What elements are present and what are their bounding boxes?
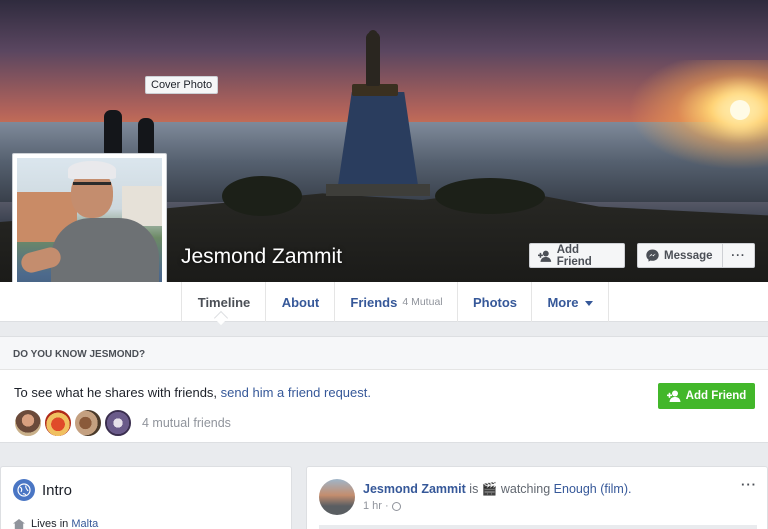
messenger-icon [646, 249, 659, 262]
mutual-friends-count[interactable]: 4 mutual friends [142, 416, 231, 430]
profile-nav: Timeline About Friends 4 Mutual Photos M… [0, 282, 768, 322]
intro-lives-in: Lives in Malta [13, 518, 98, 529]
mutual-friend-avatar[interactable] [13, 408, 43, 438]
tab-friends[interactable]: Friends 4 Mutual [334, 282, 458, 322]
post-author-link[interactable]: Jesmond Zammit [363, 482, 466, 496]
home-icon [13, 519, 25, 529]
do-you-know-header: DO YOU KNOW JESMOND? [0, 337, 768, 370]
send-friend-request-link[interactable]: send him a friend request. [221, 385, 371, 400]
cover-person [104, 110, 122, 154]
cover-sun [730, 100, 750, 120]
tab-more-label: More [547, 294, 579, 310]
film-link[interactable]: Enough (film). [554, 482, 632, 496]
post-attachment-edge [319, 525, 757, 529]
profile-name[interactable]: Jesmond Zammit [181, 245, 342, 269]
add-friend-green-button[interactable]: Add Friend [658, 383, 755, 409]
tab-more[interactable]: More [531, 282, 609, 322]
globe-icon [13, 479, 35, 501]
intro-title: Intro [42, 482, 73, 499]
cover-bush [222, 176, 302, 216]
tab-photos-label: Photos [472, 294, 518, 310]
intro-card: Intro Lives in Malta [0, 466, 292, 529]
post-header-line: Jesmond Zammit is 🎬 watching Enough (fil… [363, 482, 631, 497]
cover-base [326, 184, 430, 196]
tab-about[interactable]: About [265, 282, 335, 322]
post-author-avatar[interactable] [319, 479, 355, 515]
tab-photos[interactable]: Photos [457, 282, 532, 322]
lives-in-place-link[interactable]: Malta [71, 518, 98, 529]
message-button[interactable]: Message [637, 243, 723, 268]
tab-friends-label: Friends [350, 294, 398, 310]
cover-statue-head [368, 30, 378, 42]
audience-globe-icon[interactable] [391, 501, 401, 511]
mutual-friend-avatar[interactable] [43, 408, 73, 438]
friend-request-prompt: To see what he shares with friends, send… [14, 385, 371, 400]
post-meta: 1 hr · [363, 500, 401, 512]
post-timestamp[interactable]: 1 hr · [363, 500, 389, 512]
globe-glyph [17, 483, 31, 497]
tab-timeline-label: Timeline [197, 294, 251, 310]
cover-bush [435, 178, 545, 214]
add-friend-icon [666, 390, 681, 402]
cover-photo-tooltip: Cover Photo [145, 76, 219, 94]
film-clapper-icon: 🎬 [481, 482, 498, 496]
post-options-button[interactable]: ··· [741, 477, 757, 492]
mutual-friend-avatar[interactable] [73, 408, 103, 438]
post-card: Jesmond Zammit is 🎬 watching Enough (fil… [306, 466, 768, 529]
caret-down-icon [584, 300, 593, 306]
cover-person [138, 118, 154, 154]
pp-glasses [73, 182, 111, 187]
post-activity-text: watching [497, 482, 554, 496]
more-options-button[interactable]: ··· [722, 243, 755, 268]
mutual-friend-avatar[interactable] [103, 408, 133, 438]
cover-pedestal [337, 92, 419, 192]
lives-in-prefix: Lives in [31, 518, 72, 529]
add-friend-label: Add Friend [556, 243, 592, 268]
tab-about-label: About [281, 294, 320, 310]
tab-friends-mutual-count: 4 Mutual [402, 296, 443, 308]
friend-request-text: To see what he shares with friends, [14, 385, 221, 400]
add-friend-button[interactable]: Add Friend [529, 243, 625, 268]
message-label: Message [664, 249, 713, 262]
add-friend-green-label: Add Friend [685, 390, 747, 402]
add-friend-icon [538, 250, 552, 262]
pp-cap [68, 161, 116, 179]
post-is-text: is [465, 482, 482, 496]
